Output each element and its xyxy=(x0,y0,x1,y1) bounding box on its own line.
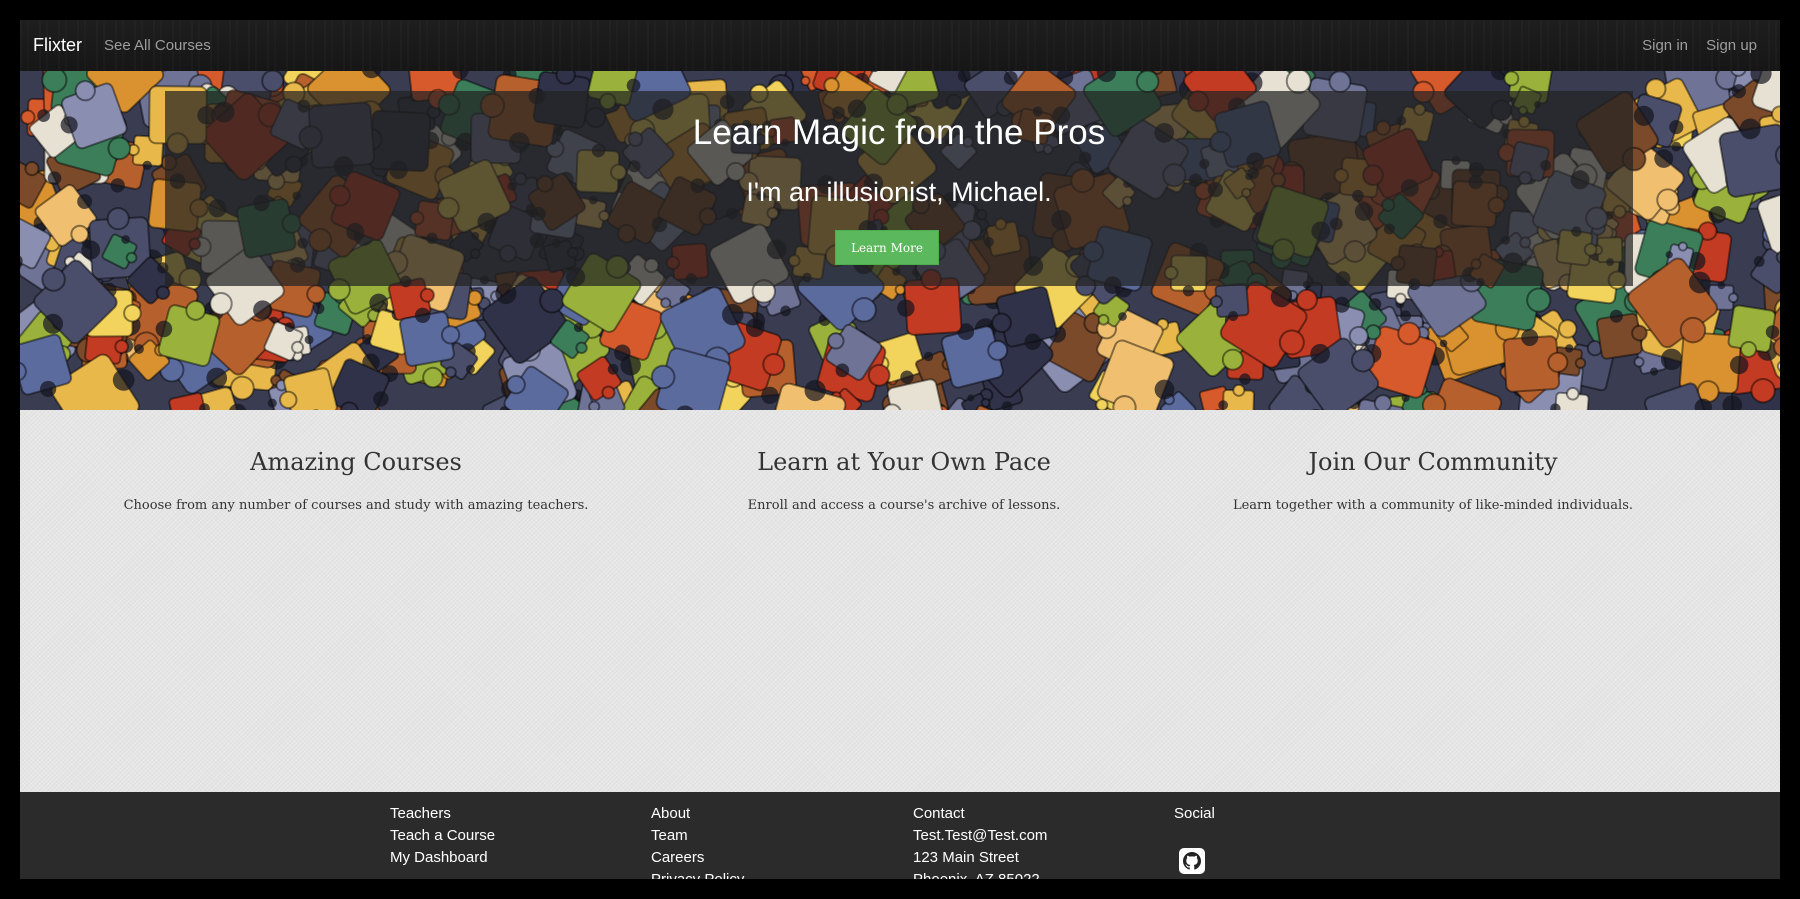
footer-teachers-column: Teachers Teach a Course My Dashboard xyxy=(390,803,495,869)
teach-a-course-link[interactable]: Teach a Course xyxy=(390,825,495,847)
hero-banner: Learn Magic from the Pros I'm an illusio… xyxy=(20,71,1780,410)
github-icon-glyph xyxy=(1183,852,1201,870)
navbar: Flixter See All Courses Sign in Sign up xyxy=(20,20,1780,71)
feature-own-pace: Learn at Your Own Pace Enroll and access… xyxy=(611,448,1197,513)
footer-social-column: Social xyxy=(1174,803,1215,825)
footer-about-column: About Team Careers Privacy Policy xyxy=(651,803,744,879)
learn-more-button[interactable]: Learn More xyxy=(835,230,939,265)
contact-street: 123 Main Street xyxy=(913,849,1019,866)
footer: Teachers Teach a Course My Dashboard Abo… xyxy=(20,792,1780,879)
sign-up-link[interactable]: Sign up xyxy=(1706,37,1757,54)
see-all-courses-link[interactable]: See All Courses xyxy=(104,37,211,54)
footer-teachers-heading[interactable]: Teachers xyxy=(390,803,495,825)
feature-community: Join Our Community Learn together with a… xyxy=(1140,448,1726,513)
contact-city: Phoenix, AZ 85022 xyxy=(913,869,1047,879)
feature-text: Enroll and access a course's archive of … xyxy=(747,498,1061,513)
footer-contact-heading[interactable]: Contact xyxy=(913,803,1047,825)
footer-about-heading[interactable]: About xyxy=(651,803,744,825)
brand-link[interactable]: Flixter xyxy=(33,35,82,56)
feature-title: Amazing Courses xyxy=(250,448,462,476)
careers-link[interactable]: Careers xyxy=(651,847,744,869)
my-dashboard-link[interactable]: My Dashboard xyxy=(390,847,495,869)
team-link[interactable]: Team xyxy=(651,825,744,847)
feature-title: Join Our Community xyxy=(1308,448,1558,476)
features-section: Amazing Courses Choose from any number o… xyxy=(20,410,1780,792)
hero-title: Learn Magic from the Pros xyxy=(692,113,1106,152)
feature-amazing-courses: Amazing Courses Choose from any number o… xyxy=(63,448,649,513)
github-icon[interactable] xyxy=(1179,848,1205,874)
feature-text: Learn together with a community of like-… xyxy=(1232,498,1634,513)
footer-social-heading: Social xyxy=(1174,805,1215,822)
sign-in-link[interactable]: Sign in xyxy=(1642,37,1688,54)
page-frame: Flixter See All Courses Sign in Sign up … xyxy=(20,20,1780,879)
privacy-policy-link[interactable]: Privacy Policy xyxy=(651,869,744,879)
feature-title: Learn at Your Own Pace xyxy=(757,448,1051,476)
hero-jumbotron: Learn Magic from the Pros I'm an illusio… xyxy=(165,91,1633,286)
hero-subtitle: I'm an illusionist, Michael. xyxy=(746,177,1052,207)
feature-text: Choose from any number of courses and st… xyxy=(123,498,589,513)
footer-contact-column: Contact Test.Test@Test.com 123 Main Stre… xyxy=(913,803,1047,879)
contact-email[interactable]: Test.Test@Test.com xyxy=(913,825,1047,847)
